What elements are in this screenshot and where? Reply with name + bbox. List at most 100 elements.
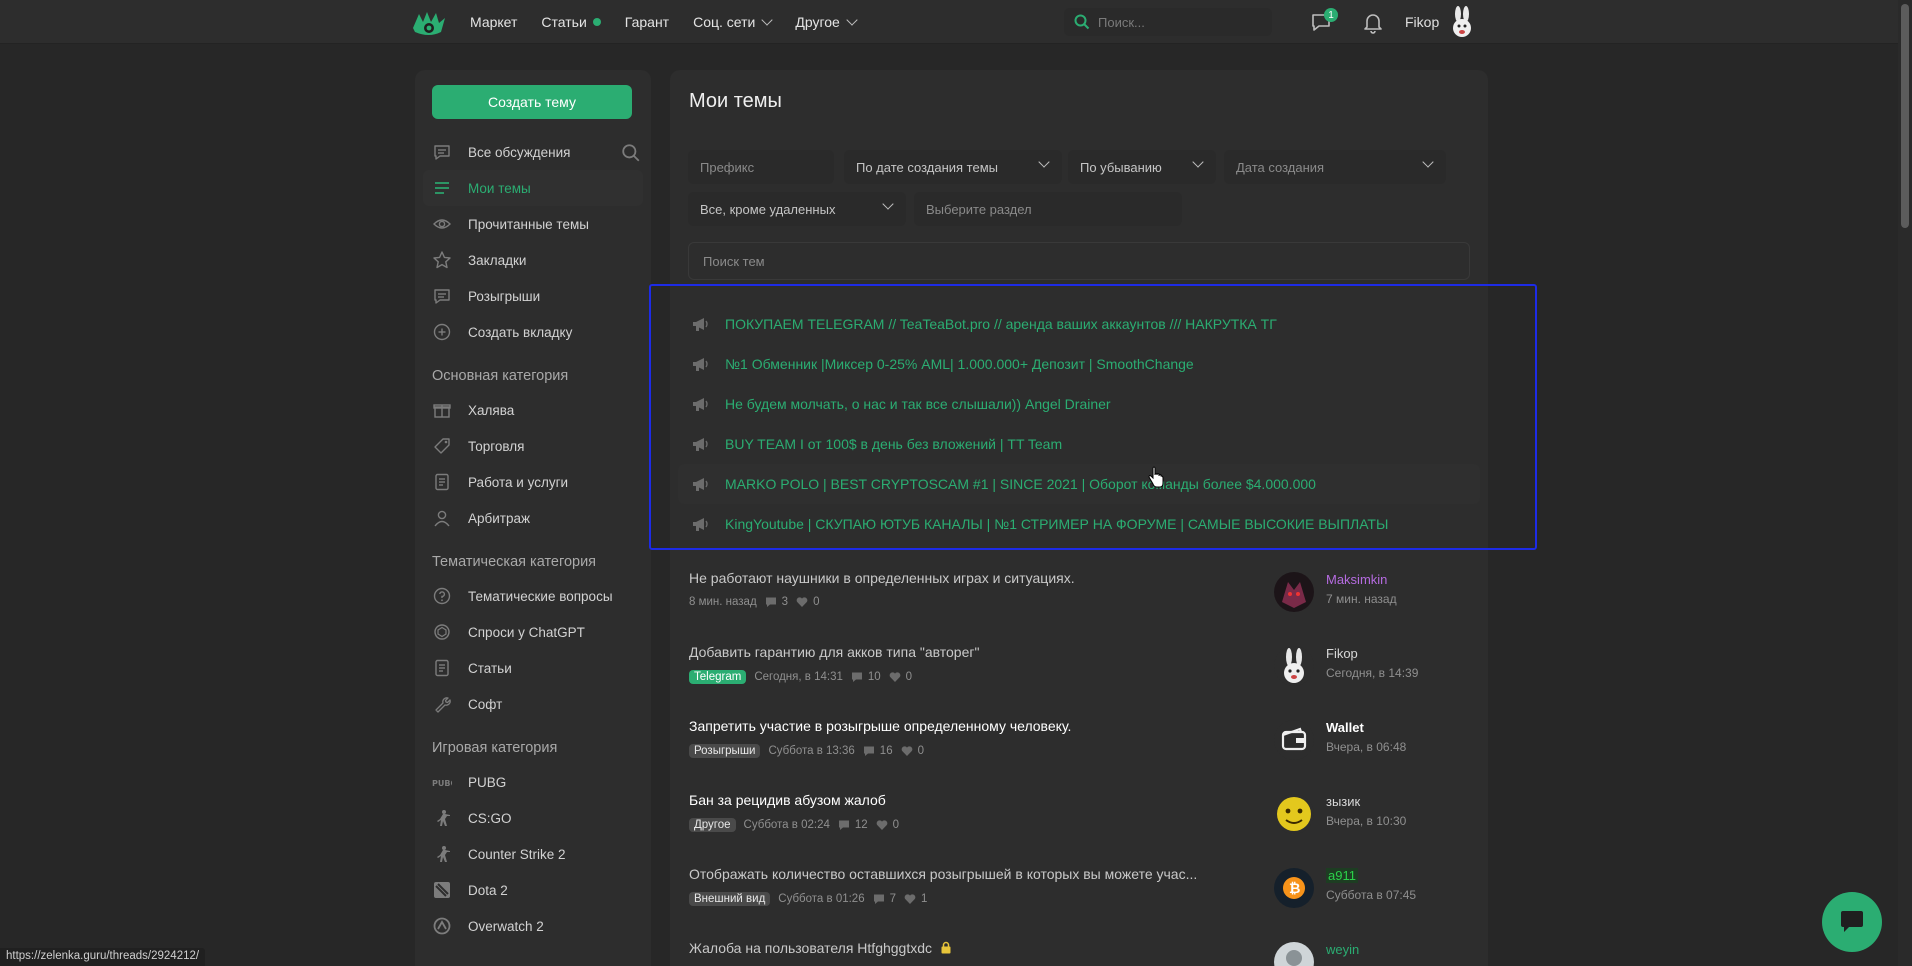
sticky-thread-title: MARKO POLO | BEST CRYPTOSCAM #1 | SINCE … (725, 476, 1316, 492)
global-search[interactable] (1064, 8, 1272, 36)
sidebar-item-giveaways[interactable]: Розыгрыши (415, 278, 651, 314)
sticky-thread[interactable]: ПОКУПАЕМ TELEGRAM // TeaTeaBot.pro // ар… (670, 304, 1488, 344)
section-select[interactable]: Выберите раздел (914, 192, 1182, 226)
nav-social[interactable]: Соц. сети (693, 14, 774, 30)
reply-count: 7 (889, 893, 896, 905)
thread-title[interactable]: Добавить гарантию для акков типа "авторе… (689, 644, 979, 660)
top-bar: Маркет Статьи Гарант Соц. сети Другое 1 … (0, 0, 1912, 44)
thread-prefix-tag[interactable]: Telegram (689, 670, 747, 684)
tag-icon (434, 438, 450, 454)
chat-button[interactable] (1822, 892, 1882, 952)
last-post-time: Вчера, в 06:48 (1326, 740, 1407, 754)
sidebar-item-cs2[interactable]: Counter Strike 2 (415, 836, 651, 872)
sidebar-item-label: Торговля (468, 438, 525, 454)
user-avatar[interactable] (1274, 942, 1314, 966)
sticky-thread[interactable]: №1 Обменник |Миксер 0-25% AML| 1.000.000… (670, 344, 1488, 384)
user-avatar[interactable] (1274, 646, 1314, 686)
sticky-thread[interactable]: BUY TEAM I от 100$ в день без вложений |… (670, 424, 1488, 464)
nav-articles[interactable]: Статьи (541, 14, 601, 30)
last-poster-name[interactable]: Wallet (1326, 720, 1364, 735)
nav-other[interactable]: Другое (795, 14, 858, 30)
nav-market[interactable]: Маркет (470, 14, 517, 30)
create-thread-button[interactable]: Создать тему (432, 85, 632, 119)
sidebar-item-software[interactable]: Софт (415, 686, 651, 722)
last-poster-name[interactable]: weyin (1326, 942, 1359, 957)
sidebar-item-freebies[interactable]: Халява (415, 392, 651, 428)
user-avatar[interactable] (1274, 794, 1314, 834)
user-avatar[interactable] (1447, 6, 1477, 38)
comment-icon (873, 894, 884, 904)
thread-time: Суббота в 01:26 (778, 893, 865, 905)
sidebar-item-csgo[interactable]: CS:GO (415, 800, 651, 836)
page-title: Мои темы (689, 90, 782, 112)
thread-prefix-tag[interactable]: Другое (689, 818, 736, 832)
heart-icon (889, 672, 900, 682)
sticky-thread[interactable]: Не будем молчать, о нас и так все слышал… (670, 384, 1488, 424)
user-avatar[interactable] (1274, 572, 1314, 612)
thread-prefix-tag[interactable]: Розыгрыши (689, 744, 761, 758)
current-username[interactable]: Fikop (1405, 14, 1439, 30)
sort-by-select[interactable]: По дате создания темы (844, 150, 1062, 184)
search-icon[interactable] (621, 143, 641, 163)
last-poster-name[interactable]: Maksimkin (1326, 572, 1387, 587)
like-count: 1 (921, 893, 928, 905)
global-search-input[interactable] (1098, 14, 1258, 30)
sidebar-item-arbitration[interactable]: Арбитраж (415, 500, 651, 536)
thread-row: Отображать количество оставшихся розыгры… (670, 858, 1488, 932)
state-filter-select[interactable]: Все, кроме удаленных (688, 192, 906, 226)
bitcoin-avatar[interactable]: ₿ (1274, 868, 1314, 908)
megaphone-icon (693, 358, 708, 371)
sticky-thread[interactable]: KingYoutube | СКУПАЮ ЮТУБ КАНАЛЫ | №1 СТ… (670, 504, 1488, 544)
sidebar-item-label: Спроси у ChatGPT (468, 624, 585, 640)
thread-title[interactable]: Отображать количество оставшихся розыгры… (689, 866, 1197, 882)
wallet-icon[interactable] (1274, 720, 1314, 760)
sticky-thread[interactable]: MARKO POLO | BEST CRYPTOSCAM #1 | SINCE … (678, 464, 1480, 504)
chevron-down-icon (1422, 156, 1434, 168)
date-filter-select[interactable]: Дата создания (1224, 150, 1446, 184)
sidebar-item-label: PUBG (468, 774, 507, 790)
sidebar-item-all-discussions[interactable]: Все обсуждения (415, 134, 651, 170)
sidebar-item-my-threads[interactable]: Мои темы (423, 170, 643, 206)
last-poster-name[interactable]: a911 (1326, 868, 1358, 883)
thread-row: Жалоба на пользователя Htfghggtxdc weyin (670, 932, 1488, 966)
comment-icon (765, 597, 776, 607)
scrollbar-thumb[interactable] (1901, 4, 1909, 228)
megaphone-icon (693, 398, 708, 411)
sidebar-item-trade[interactable]: Торговля (415, 428, 651, 464)
nav-garant-label: Гарант (624, 14, 670, 30)
sidebar-item-label: Арбитраж (468, 510, 531, 526)
order-select[interactable]: По убыванию (1068, 150, 1216, 184)
thread-title[interactable]: Запретить участие в розыгрыше определенн… (689, 718, 1071, 734)
sidebar-item-thematic-questions[interactable]: Тематические вопросы (415, 578, 651, 614)
date-filter-label: Дата создания (1236, 159, 1325, 175)
sidebar-item-overwatch2[interactable]: Overwatch 2 (415, 908, 651, 944)
heart-icon (796, 597, 808, 607)
sidebar-item-create-tab[interactable]: Создать вкладку (415, 314, 651, 350)
question-icon (433, 587, 451, 605)
document-icon (435, 473, 449, 491)
nav-social-label: Соц. сети (693, 14, 756, 30)
thread-title[interactable]: Бан за рецидив абузом жалоб (689, 792, 886, 808)
sidebar-item-articles[interactable]: Статьи (415, 650, 651, 686)
prefix-filter[interactable]: Префикс (688, 150, 834, 184)
thread-prefix-tag[interactable]: Внешний вид (689, 892, 771, 906)
sidebar-item-jobs[interactable]: Работа и услуги (415, 464, 651, 500)
last-poster-name[interactable]: зызик (1326, 794, 1360, 809)
bell-icon[interactable] (1361, 10, 1385, 34)
last-poster-name[interactable]: Fikop (1326, 646, 1358, 661)
sidebar-item-read-threads[interactable]: Прочитанные темы (415, 206, 651, 242)
nav-garant[interactable]: Гарант (625, 14, 669, 30)
thread-title[interactable]: Жалоба на пользователя Htfghggtxdc (689, 940, 952, 956)
sidebar-item-pubg[interactable]: PUBG PUBG (415, 764, 651, 800)
sidebar-item-label: Мои темы (468, 180, 531, 196)
logo-icon[interactable] (411, 8, 447, 38)
sidebar-item-chatgpt[interactable]: Спроси у ChatGPT (415, 614, 651, 650)
sticky-thread-title: BUY TEAM I от 100$ в день без вложений |… (725, 436, 1063, 452)
megaphone-icon (693, 318, 708, 331)
topic-search-input[interactable]: Поиск тем (688, 242, 1470, 280)
sidebar-item-dota2[interactable]: Dota 2 (415, 872, 651, 908)
sidebar-section-title: Основная категория (432, 368, 569, 384)
sidebar-item-bookmarks[interactable]: Закладки (415, 242, 651, 278)
thread-title[interactable]: Не работают наушники в определенных игра… (689, 570, 1075, 586)
page-scrollbar[interactable] (1898, 0, 1912, 966)
